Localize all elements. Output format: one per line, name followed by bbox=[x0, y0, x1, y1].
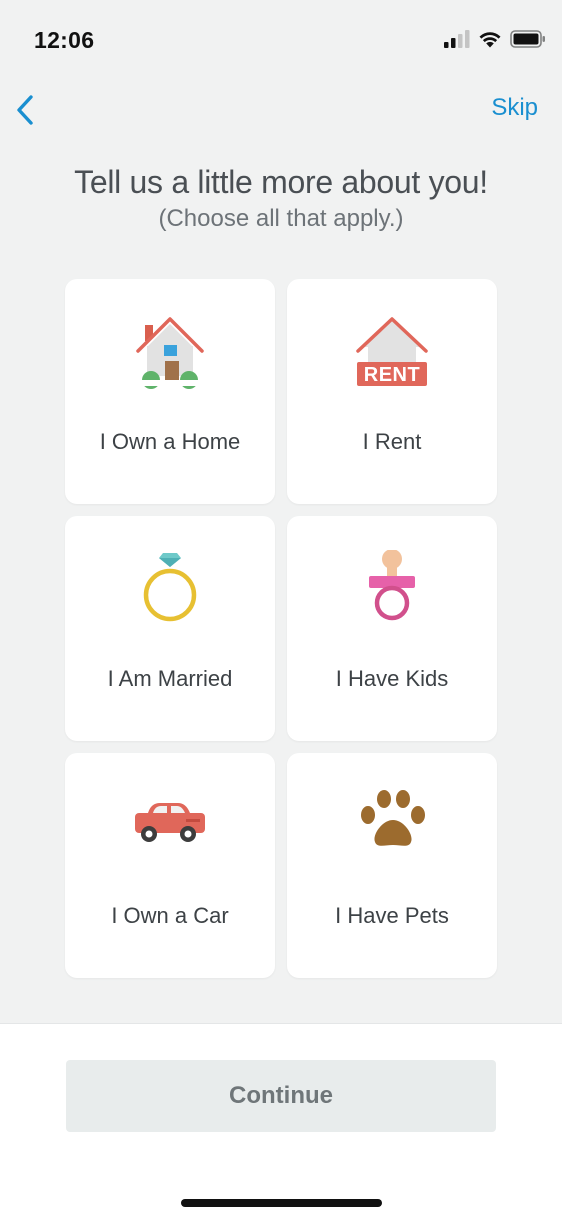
option-label: I Own a Car bbox=[111, 903, 229, 928]
status-time: 12:06 bbox=[34, 27, 95, 53]
continue-button[interactable]: Continue bbox=[66, 1060, 496, 1132]
pacifier-icon bbox=[352, 550, 432, 630]
page-title: Tell us a little more about you! bbox=[74, 164, 488, 200]
option-card-married[interactable]: I Am Married bbox=[65, 516, 275, 741]
status-icons bbox=[444, 30, 546, 48]
option-label: I Rent bbox=[362, 429, 422, 454]
cellular-signal-icon bbox=[444, 30, 470, 48]
status-bar: 12:06 bbox=[0, 0, 562, 84]
nav-bar: Skip bbox=[0, 84, 562, 134]
page-subtitle: (Choose all that apply.) bbox=[158, 205, 404, 232]
svg-text:RENT: RENT bbox=[364, 364, 420, 386]
options-grid: I Own a Home RENT I Rent I Am Married I … bbox=[65, 279, 497, 978]
home-indicator bbox=[181, 1199, 382, 1207]
battery-icon bbox=[510, 30, 545, 48]
option-card-rent[interactable]: RENT I Rent bbox=[287, 279, 497, 504]
car-icon bbox=[130, 787, 210, 867]
bottom-panel: Continue bbox=[0, 1023, 562, 1218]
paw-icon bbox=[352, 787, 432, 867]
option-label: I Have Kids bbox=[335, 666, 449, 691]
house-icon bbox=[130, 313, 210, 393]
skip-button[interactable]: Skip bbox=[491, 94, 538, 122]
ring-icon bbox=[130, 550, 210, 630]
option-card-kids[interactable]: I Have Kids bbox=[287, 516, 497, 741]
option-card-car[interactable]: I Own a Car bbox=[65, 753, 275, 978]
option-label: I Own a Home bbox=[99, 429, 241, 454]
rent-house-icon: RENT bbox=[352, 313, 432, 393]
option-label: I Am Married bbox=[107, 666, 233, 691]
option-label: I Have Pets bbox=[335, 903, 449, 928]
wifi-icon bbox=[479, 32, 501, 48]
chevron-left-icon bbox=[17, 95, 33, 125]
back-button[interactable] bbox=[8, 90, 42, 130]
option-card-own-home[interactable]: I Own a Home bbox=[65, 279, 275, 504]
option-card-pets[interactable]: I Have Pets bbox=[287, 753, 497, 978]
